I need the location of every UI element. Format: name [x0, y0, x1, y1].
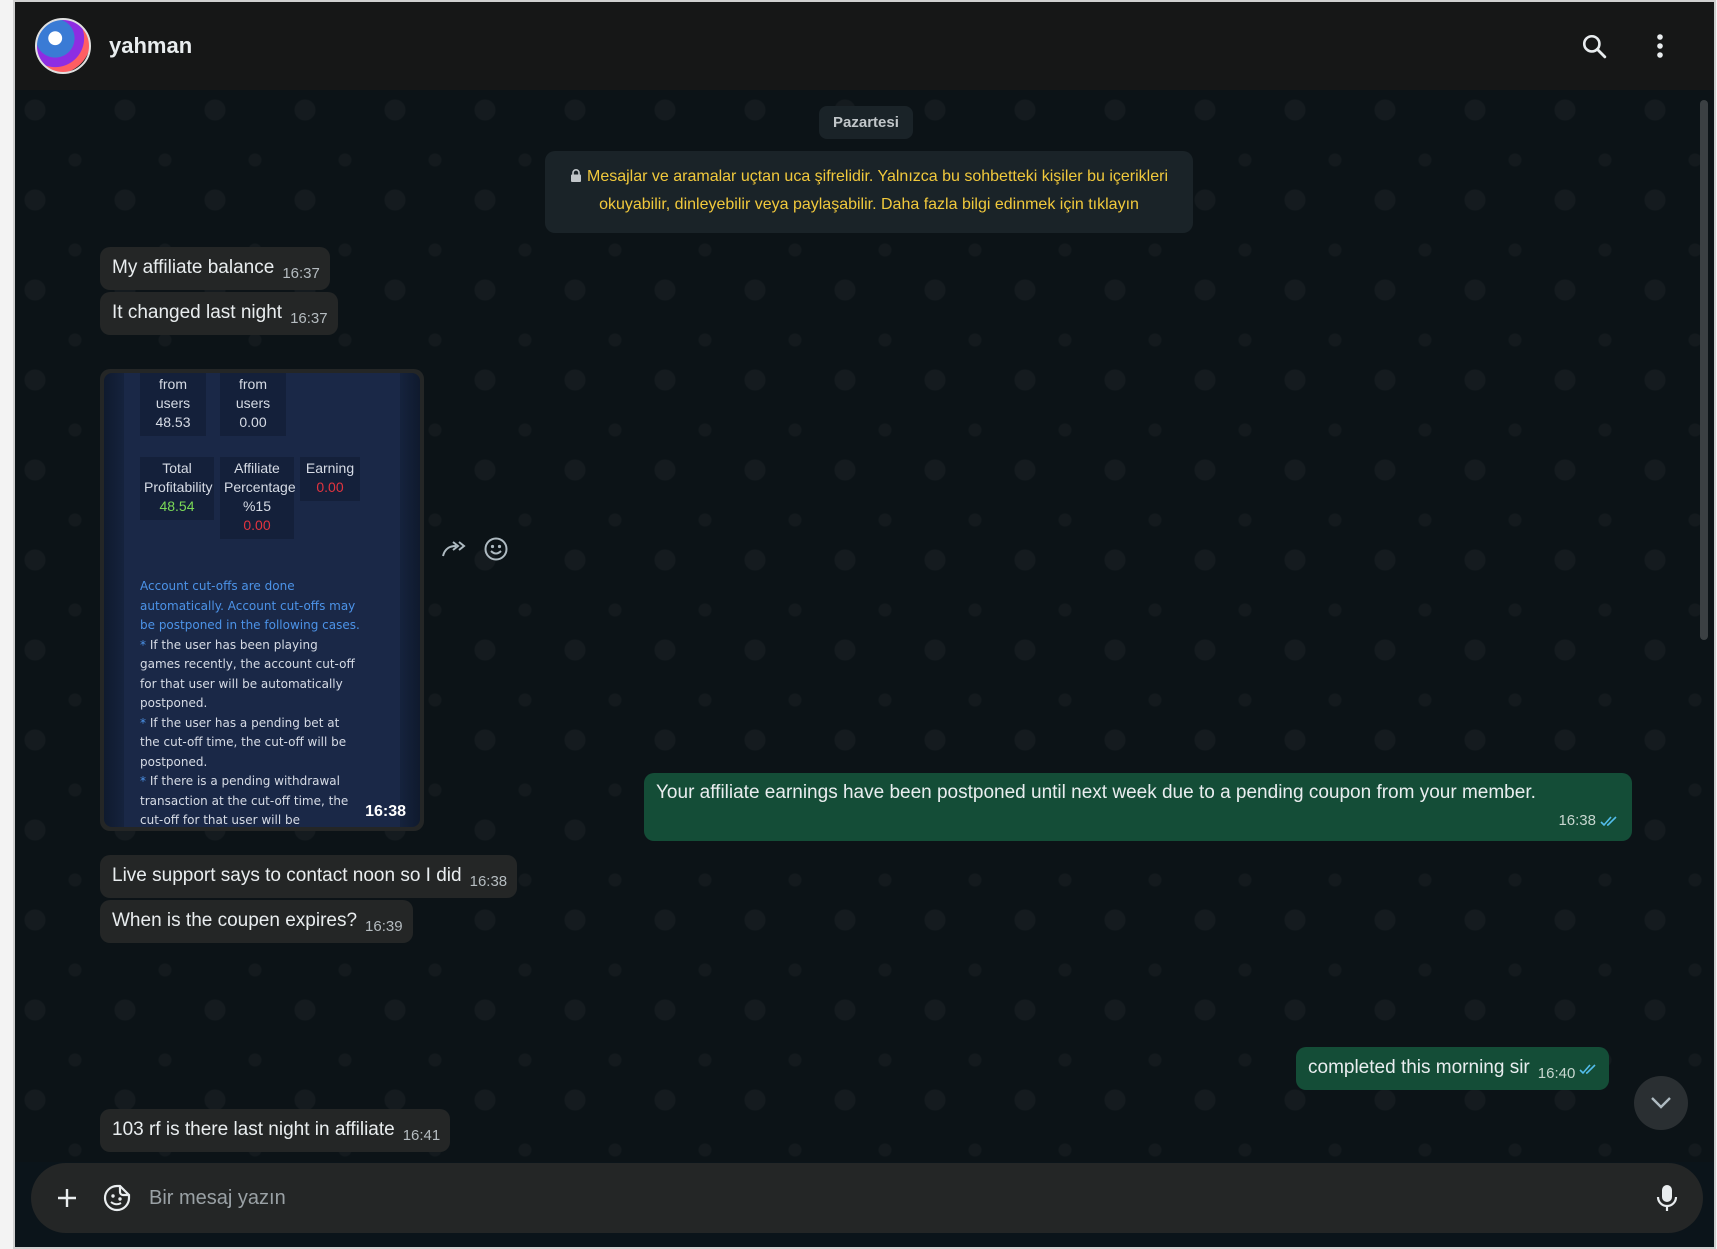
message-input[interactable]: [149, 1186, 1647, 1210]
read-ticks-icon: [1600, 816, 1617, 827]
menu-dots-icon[interactable]: [1642, 28, 1678, 64]
chat-header: yahman: [15, 2, 1714, 90]
message-bubble-outgoing[interactable]: Your affiliate earnings have been postpo…: [644, 773, 1632, 841]
message-time: 16:41: [402, 1127, 441, 1144]
message-time: 16:39: [365, 918, 403, 935]
message-bubble-incoming[interactable]: My affiliate balance 16:37: [100, 247, 330, 290]
contact-name[interactable]: yahman: [109, 33, 192, 59]
encryption-notice-text: Mesajlar ve aramalar uçtan uca şifrelidi…: [587, 168, 1168, 213]
lock-icon: [571, 169, 581, 182]
message-composer: [31, 1163, 1703, 1233]
screenshot-image[interactable]: from users 48.53 from users 0.00 Total P…: [104, 373, 420, 827]
header-actions: [1576, 28, 1694, 64]
message-time: 16:37: [282, 265, 320, 282]
message-time: 16:38: [365, 803, 406, 820]
read-ticks-icon: [1579, 1064, 1596, 1075]
image-stat-total-profitability: Total Profitability 48.54: [140, 457, 214, 520]
date-chip: Pazartesi: [819, 106, 913, 139]
message-text: Your affiliate earnings have been postpo…: [656, 782, 1536, 803]
message-time: 16:37: [290, 310, 328, 327]
message-bubble-incoming[interactable]: 103 rf is there last night in affiliate 1…: [100, 1109, 451, 1152]
scroll-down-button[interactable]: [1634, 1076, 1688, 1130]
message-text: It changed last night: [112, 302, 283, 323]
sticker-icon[interactable]: [97, 1178, 137, 1218]
chevron-down-icon: [1651, 1097, 1671, 1109]
attach-plus-icon[interactable]: [47, 1178, 87, 1218]
emoji-reaction-icon[interactable]: [481, 534, 511, 564]
chat-panel[interactable]: Pazartesi Mesajlar ve aramalar uçtan uca…: [15, 90, 1714, 1162]
image-message[interactable]: from users 48.53 from users 0.00 Total P…: [100, 369, 424, 831]
message-text: Live support says to contact noon so I d…: [112, 865, 462, 886]
message-time: 16:38: [469, 873, 508, 890]
message-time: 16:40: [1537, 1065, 1576, 1082]
message-text: 103 rf is there last night in affiliate: [112, 1119, 395, 1140]
image-stat-users-1: from users 48.53: [140, 373, 206, 436]
search-icon[interactable]: [1576, 28, 1612, 64]
forward-icon[interactable]: [439, 534, 469, 564]
message-bubble-incoming[interactable]: It changed last night 16:37: [100, 292, 338, 335]
image-stat-earning: Earning 0.00: [300, 457, 360, 501]
whatsapp-window: yahman Pazartesi Mesajlar ve aramalar uç…: [13, 0, 1716, 1249]
image-note: Account cut-offs are done automatically.…: [140, 579, 360, 827]
message-text: When is the coupen expires?: [112, 910, 358, 931]
microphone-icon[interactable]: [1647, 1178, 1687, 1218]
message-bubble-incoming[interactable]: When is the coupen expires? 16:39: [100, 900, 413, 943]
avatar[interactable]: [35, 18, 91, 74]
message-text: My affiliate balance: [112, 257, 275, 278]
message-bubble-incoming[interactable]: Live support says to contact noon so I d…: [100, 855, 518, 898]
message-bubble-outgoing[interactable]: completed this morning sir 16:40: [1296, 1047, 1610, 1090]
image-stat-users-2: from users 0.00: [220, 373, 286, 436]
image-stat-affiliate-percentage: Affiliate Percentage %15 0.00: [220, 457, 296, 539]
scrollbar[interactable]: [1700, 100, 1708, 640]
message-text: completed this morning sir: [1308, 1057, 1530, 1078]
message-time: 16:38: [1558, 812, 1596, 829]
encryption-notice[interactable]: Mesajlar ve aramalar uçtan uca şifrelidi…: [545, 151, 1193, 233]
